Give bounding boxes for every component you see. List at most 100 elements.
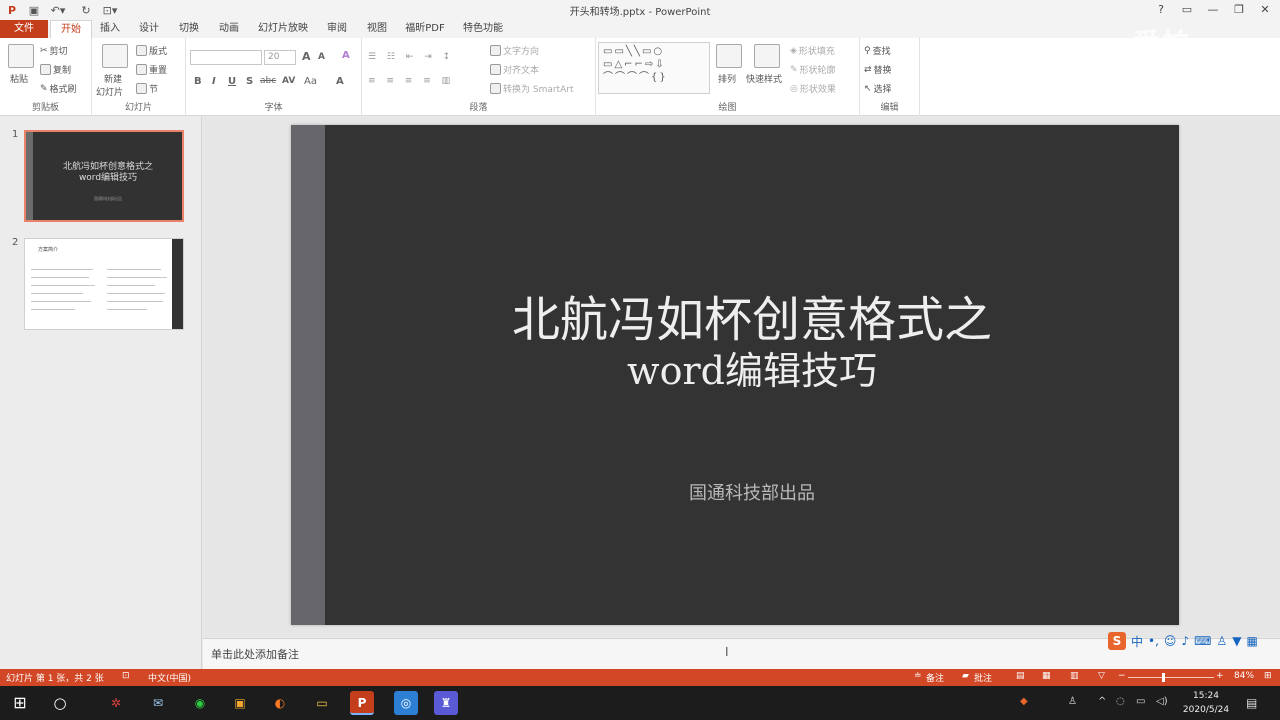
spellcheck-icon[interactable]: ⊡	[122, 671, 130, 681]
ribbon-display-button[interactable]: ▭	[1174, 0, 1200, 20]
clear-format-button[interactable]: A	[342, 50, 350, 61]
person-icon[interactable]: ♙	[1216, 634, 1227, 648]
zoom-in-button[interactable]: +	[1216, 671, 1224, 681]
notes-toggle-icon[interactable]: ≐	[914, 671, 922, 681]
tray-people-icon[interactable]: ♙	[1068, 696, 1077, 707]
punctuation-icon[interactable]: •,	[1148, 634, 1159, 648]
new-slide-button[interactable]: 新建	[104, 72, 122, 85]
tray-sogou-icon[interactable]: ◆	[1020, 696, 1028, 707]
new-slide-dropdown[interactable]: 幻灯片	[96, 85, 123, 98]
ime-toolbar[interactable]: S 中 •, ☺ ♪ ⌨ ♙ ▼ ▦	[1108, 631, 1280, 651]
tray-battery-icon[interactable]: ▭	[1136, 696, 1145, 707]
text-direction-button[interactable]: 文字方向	[490, 44, 539, 57]
tab-transitions[interactable]: 切换	[172, 20, 206, 38]
app-icon-2[interactable]: ♜	[434, 691, 458, 715]
keyboard-icon[interactable]: ⌨	[1194, 634, 1211, 648]
shirt-icon[interactable]: ▼	[1232, 634, 1241, 648]
tray-volume-icon[interactable]: ◁)	[1156, 696, 1168, 707]
comments-toggle-button[interactable]: 批注	[974, 671, 992, 684]
file-explorer-icon[interactable]: ▭	[310, 691, 334, 715]
tab-foxit-pdf[interactable]: 福昕PDF	[400, 20, 450, 38]
list-buttons[interactable]: ☰ ☷ ⇤ ⇥ ↕	[368, 52, 454, 62]
notes-toggle-button[interactable]: 备注	[926, 671, 944, 684]
restore-button[interactable]: ❐	[1226, 0, 1252, 20]
quick-styles-button[interactable]: 快速样式	[746, 72, 782, 85]
slide-title[interactable]: 北航冯如杯创意格式之	[325, 295, 1179, 345]
fit-slide-icon[interactable]: ⊞	[1264, 671, 1272, 681]
font-name-combo[interactable]	[190, 50, 262, 65]
taskbar-clock[interactable]: 15:24 2020/5/24	[1178, 689, 1234, 717]
shape-outline-button[interactable]: ✎ 形状轮廓	[790, 63, 836, 77]
tray-chevron-up-icon[interactable]: ^	[1098, 696, 1106, 707]
help-button[interactable]: ?	[1148, 0, 1174, 20]
slide-subtitle[interactable]: 国通科技部出品	[325, 479, 1179, 505]
paste-icon[interactable]	[8, 44, 34, 68]
shape-effects-button[interactable]: ◎ 形状效果	[790, 82, 836, 96]
strikethrough-button[interactable]: abc	[260, 76, 276, 86]
font-size-combo[interactable]: 20	[264, 50, 296, 65]
ime-mode[interactable]: 中	[1131, 633, 1143, 650]
tray-network-icon[interactable]: ◌	[1116, 696, 1125, 707]
current-slide[interactable]: 北航冯如杯创意格式之 word编辑技巧 国通科技部出品	[291, 125, 1179, 625]
shape-fill-button[interactable]: ◈ 形状填充	[790, 44, 835, 58]
cut-button[interactable]: ✂ 剪切	[40, 44, 68, 58]
section-button[interactable]: 节	[136, 82, 158, 95]
search-circle-icon[interactable]: ○	[48, 691, 72, 715]
zoom-slider[interactable]	[1128, 677, 1214, 678]
italic-button[interactable]: I	[212, 76, 216, 87]
smartart-button[interactable]: 转换为 SmartArt	[490, 82, 573, 95]
tab-file[interactable]: 文件	[0, 20, 48, 38]
tab-view[interactable]: 视图	[360, 20, 394, 38]
arrange-button[interactable]: 排列	[718, 72, 736, 85]
normal-view-icon[interactable]: ▤	[1016, 671, 1025, 681]
slide-title-line2[interactable]: word编辑技巧	[325, 351, 1179, 391]
underline-button[interactable]: U	[228, 76, 236, 87]
slide-thumbnail-1[interactable]: 北航冯如杯创意格式之 word编辑技巧 国通科技部出品	[24, 130, 184, 222]
wechat-icon[interactable]: ◉	[188, 691, 212, 715]
quick-styles-icon[interactable]	[754, 44, 780, 68]
font-color-button[interactable]: A	[336, 76, 344, 87]
emoji-icon[interactable]: ☺	[1164, 634, 1177, 648]
select-button[interactable]: ↖ 选择	[864, 82, 892, 96]
arrange-icon[interactable]	[716, 44, 742, 68]
replace-button[interactable]: ⇄ 替换	[864, 63, 892, 77]
align-buttons[interactable]: ≡ ≡ ≡ ≡ ▥	[368, 76, 454, 86]
zoom-slider-thumb[interactable]	[1162, 673, 1165, 682]
zoom-out-button[interactable]: −	[1118, 671, 1126, 681]
tab-animations[interactable]: 动画	[212, 20, 246, 38]
tab-features[interactable]: 特色功能	[456, 20, 510, 38]
app-icon-1[interactable]: ✲	[104, 691, 128, 715]
zoom-level[interactable]: 84%	[1234, 671, 1254, 681]
grow-font-button[interactable]: A	[302, 50, 311, 63]
slideshow-icon[interactable]: ▽	[1098, 671, 1105, 681]
close-button[interactable]: ✕	[1252, 0, 1278, 20]
files-app-icon[interactable]: ▣	[228, 691, 252, 715]
tab-review[interactable]: 审阅	[320, 20, 354, 38]
paste-button[interactable]: 粘贴	[10, 72, 28, 85]
bold-button[interactable]: B	[194, 76, 202, 87]
windows-start-icon[interactable]: ⊞	[8, 691, 32, 715]
new-slide-icon[interactable]	[102, 44, 128, 68]
language-indicator[interactable]: 中文(中国)	[148, 671, 191, 684]
tab-home[interactable]: 开始	[50, 20, 92, 38]
layout-button[interactable]: 版式	[136, 44, 167, 57]
grid-icon[interactable]: ▦	[1246, 634, 1257, 648]
copy-button[interactable]: 复制	[40, 63, 71, 76]
shadow-button[interactable]: S	[246, 76, 253, 87]
shrink-font-button[interactable]: A	[318, 52, 325, 62]
browser-icon[interactable]: ◎	[394, 691, 418, 715]
slide-thumbnail-2[interactable]: 方案简介	[24, 238, 184, 330]
reset-button[interactable]: 重置	[136, 63, 167, 76]
mail-icon[interactable]: ✉	[146, 691, 170, 715]
change-case-button[interactable]: Aa	[304, 76, 317, 87]
slide-sorter-icon[interactable]: ▦	[1042, 671, 1051, 681]
firefox-icon[interactable]: ◐	[268, 691, 292, 715]
tab-slideshow[interactable]: 幻灯片放映	[252, 20, 314, 38]
shapes-gallery[interactable]: ▭▭╲╲▭○ ▭△⌐⌐⇨⇩ ⌒⌒⌒⌒{}	[598, 42, 710, 94]
notifications-icon[interactable]: ▤	[1246, 696, 1257, 710]
tab-insert[interactable]: 插入	[94, 20, 126, 38]
comments-toggle-icon[interactable]: ▰	[962, 671, 969, 681]
minimize-button[interactable]: —	[1200, 0, 1226, 20]
align-text-button[interactable]: 对齐文本	[490, 63, 539, 76]
char-spacing-button[interactable]: AV	[282, 76, 295, 86]
